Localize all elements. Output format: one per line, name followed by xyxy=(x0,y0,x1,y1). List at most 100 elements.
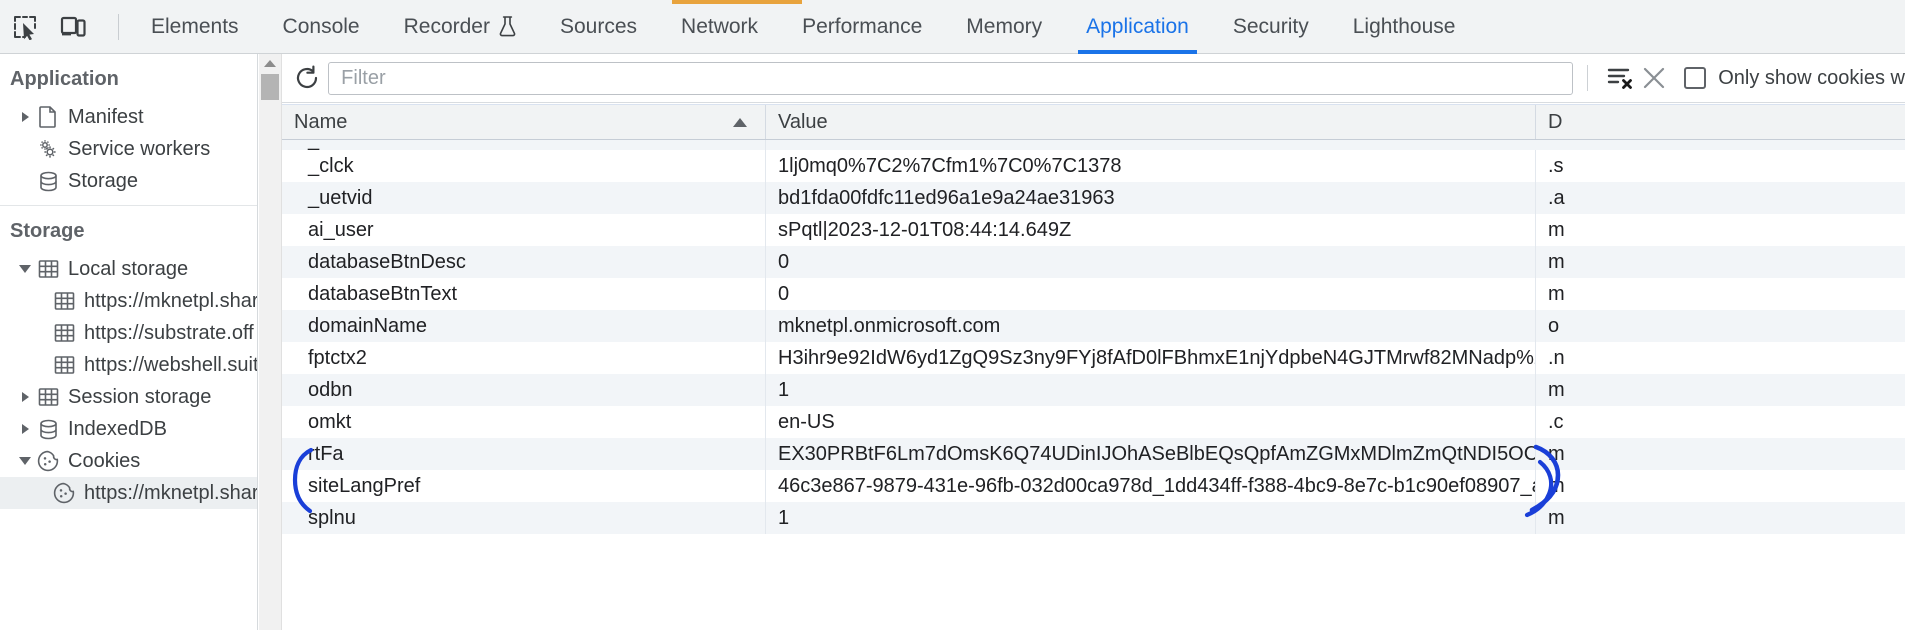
cell-domain: .c xyxy=(1548,410,1564,433)
cell-domain: .a xyxy=(1548,186,1565,209)
table-row[interactable]: _uetvid bd1fda00fdfc11ed96a1e9a24ae31963… xyxy=(282,182,1905,214)
cell-domain: m xyxy=(1548,474,1565,497)
sidebar-item-label: Session storage xyxy=(68,385,212,408)
cell-domain: m xyxy=(1548,282,1565,305)
cell-value: 1 xyxy=(766,374,1536,406)
tab-security[interactable]: Security xyxy=(1211,0,1331,54)
tab-recorder[interactable]: Recorder xyxy=(382,0,538,54)
sidebar-item-manifest[interactable]: Manifest xyxy=(0,101,257,133)
sidebar-item-label: https://substrate.off xyxy=(84,321,254,344)
sidebar-item-storage[interactable]: Storage xyxy=(0,165,257,197)
column-header-label: D xyxy=(1548,110,1563,133)
filter-box[interactable] xyxy=(328,61,1574,95)
table-row[interactable]: omkt en-US .c xyxy=(282,406,1905,438)
sidebar-item-local-storage-mknetpl[interactable]: https://mknetpl.shar xyxy=(0,285,257,317)
cell-value: H3ihr9e92IdW6yd1ZgQ9Sz3ny9FYj8fAfD0lFBhm… xyxy=(766,342,1536,374)
chevron-right-icon[interactable] xyxy=(16,108,34,126)
cell-value: 0 xyxy=(766,278,1536,310)
panel-scrollbar[interactable] xyxy=(259,54,282,630)
tab-memory[interactable]: Memory xyxy=(944,0,1064,54)
flask-icon xyxy=(499,16,516,37)
cookie-icon xyxy=(52,481,76,505)
filter-input[interactable] xyxy=(339,65,1563,91)
table-row-sitelangpref[interactable]: siteLangPref 46c3e867-9879-431e-96fb-032… xyxy=(282,470,1905,502)
table-icon xyxy=(52,353,76,377)
chevron-down-icon[interactable] xyxy=(16,452,34,470)
table-row[interactable]: domainName mknetpl.onmicrosoft.com o xyxy=(282,310,1905,342)
table-row[interactable]: _clck 1lj0mq0%7C2%7Cfm1%7C0%7C1378 .s xyxy=(282,150,1905,182)
only-show-cookies-with-issue-checkbox[interactable]: Only show cookies w xyxy=(1684,67,1905,90)
sidebar-item-session-storage[interactable]: Session storage xyxy=(0,381,257,413)
tab-label: Security xyxy=(1232,15,1309,38)
devtools-tabs: Elements Console Recorder Sources Networ… xyxy=(129,0,1477,54)
tab-label: Network xyxy=(681,15,759,38)
sidebar-item-cookies[interactable]: Cookies xyxy=(0,445,257,477)
column-header-domain[interactable]: D xyxy=(1536,105,1905,139)
table-row[interactable]: odbn 1 m xyxy=(282,374,1905,406)
cell-name: _clck xyxy=(282,150,766,182)
table-row[interactable]: _ xyxy=(282,140,1905,150)
cell-name: databaseBtnDesc xyxy=(282,246,766,278)
tab-console[interactable]: Console xyxy=(261,0,382,54)
table-row[interactable]: rtFa EX30PRBtF6Lm7dOmsK6Q74UDinIJOhASeBl… xyxy=(282,438,1905,470)
database-icon xyxy=(36,169,60,193)
tab-label: Lighthouse xyxy=(1352,15,1456,38)
cell-name: omkt xyxy=(282,406,766,438)
cell-name: domainName xyxy=(282,310,766,342)
clear-filters-icon[interactable] xyxy=(1604,58,1637,98)
sort-ascending-icon xyxy=(733,118,747,127)
refresh-icon[interactable] xyxy=(292,58,322,98)
scroll-up-arrow-icon[interactable] xyxy=(259,54,281,72)
cookies-toolbar: Only show cookies w xyxy=(282,54,1905,103)
cell-domain: m xyxy=(1548,378,1565,401)
tab-lighthouse[interactable]: Lighthouse xyxy=(1331,0,1478,54)
cell-domain: .n xyxy=(1548,346,1565,369)
chevron-down-icon[interactable] xyxy=(16,260,34,278)
table-row[interactable]: databaseBtnText 0 m xyxy=(282,278,1905,310)
table-row[interactable]: splnu 1 m xyxy=(282,502,1905,534)
column-header-label: Name xyxy=(294,110,348,133)
cell-value: 46c3e867-9879-431e-96fb-032d00ca978d_1dd… xyxy=(766,470,1536,502)
inspect-element-icon[interactable] xyxy=(8,10,42,44)
sidebar-item-label: https://mknetpl.shar xyxy=(84,289,257,312)
devtools-tool-icons xyxy=(0,10,129,44)
cell-domain: m xyxy=(1548,442,1565,465)
tab-performance[interactable]: Performance xyxy=(780,0,944,54)
sidebar-item-local-storage[interactable]: Local storage xyxy=(0,253,257,285)
cell-name: siteLangPref xyxy=(282,470,766,502)
sidebar-item-service-workers[interactable]: Service workers xyxy=(0,133,257,165)
tab-application[interactable]: Application xyxy=(1064,0,1211,54)
sidebar-item-label: Local storage xyxy=(68,257,189,280)
sidebar-item-indexeddb[interactable]: IndexedDB xyxy=(0,413,257,445)
table-row[interactable]: fptctx2 H3ihr9e92IdW6yd1ZgQ9Sz3ny9FYj8fA… xyxy=(282,342,1905,374)
sidebar-item-local-storage-substrate[interactable]: https://substrate.off xyxy=(0,317,257,349)
checkbox-box[interactable] xyxy=(1684,67,1707,89)
column-header-name[interactable]: Name xyxy=(282,105,766,139)
table-row[interactable]: databaseBtnDesc 0 m xyxy=(282,246,1905,278)
tab-sources[interactable]: Sources xyxy=(538,0,659,54)
sidebar-item-label: Storage xyxy=(68,169,139,192)
cell-domain: .s xyxy=(1548,154,1564,177)
cell-value: 1 xyxy=(766,502,1536,534)
device-toolbar-icon[interactable] xyxy=(56,10,90,44)
clear-all-cookies-icon[interactable] xyxy=(1637,58,1670,98)
chevron-right-icon[interactable] xyxy=(16,388,34,406)
table-icon xyxy=(52,321,76,345)
application-sidebar: Application Manifest Service workers Sto… xyxy=(0,54,258,630)
cell-name: odbn xyxy=(282,374,766,406)
scrollbar-thumb[interactable] xyxy=(261,74,279,100)
table-body: _ _clck 1lj0mq0%7C2%7Cfm1%7C0%7C1378 .s … xyxy=(282,140,1905,630)
toolbar-divider xyxy=(1587,65,1588,91)
cell-name: rtFa xyxy=(282,438,766,470)
sidebar-section-title-application: Application xyxy=(10,68,119,90)
tab-elements[interactable]: Elements xyxy=(129,0,261,54)
database-icon xyxy=(36,417,60,441)
sidebar-item-local-storage-webshell[interactable]: https://webshell.suit xyxy=(0,349,257,381)
table-row[interactable]: ai_user sPqtl|2023-12-01T08:44:14.649Z m xyxy=(282,214,1905,246)
column-header-value[interactable]: Value xyxy=(766,105,1536,139)
sidebar-item-cookies-mknetpl[interactable]: https://mknetpl.shar xyxy=(0,477,257,509)
devtools-window: Elements Console Recorder Sources Networ… xyxy=(0,0,1905,630)
chevron-right-icon[interactable] xyxy=(16,420,34,438)
cell-value: mknetpl.onmicrosoft.com xyxy=(766,310,1536,342)
tab-network[interactable]: Network xyxy=(659,0,780,54)
